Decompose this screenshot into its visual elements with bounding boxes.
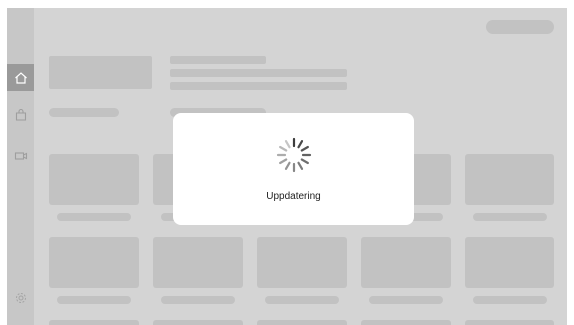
spinner-spoke	[284, 140, 291, 149]
spinner-spoke	[300, 158, 309, 165]
tv-screen: Uppdatering	[7, 8, 567, 325]
updating-message: Uppdatering	[266, 191, 321, 202]
spinner-spoke	[278, 158, 287, 165]
loading-spinner-icon	[276, 137, 311, 173]
spinner-spoke	[296, 140, 303, 149]
spinner-spoke	[284, 161, 291, 170]
modal-overlay: Uppdatering	[7, 8, 567, 325]
spinner-spoke	[300, 145, 309, 152]
spinner-spoke	[278, 145, 287, 152]
spinner-spoke	[296, 161, 303, 170]
updating-dialog: Uppdatering	[173, 113, 414, 225]
